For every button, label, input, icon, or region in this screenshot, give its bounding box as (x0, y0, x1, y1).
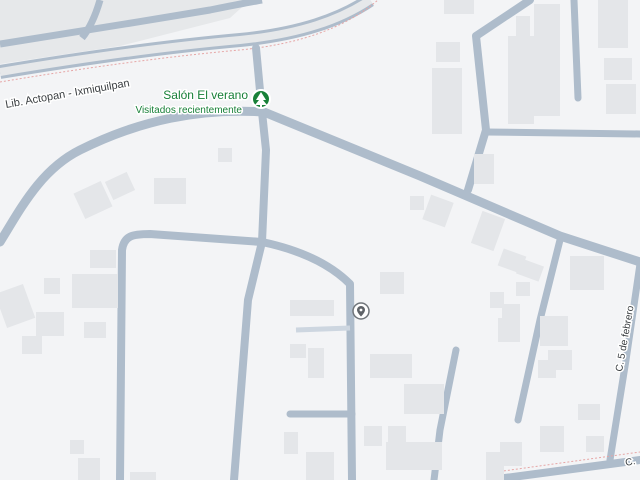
building (444, 0, 474, 14)
road-thin-connector[interactable] (295, 325, 351, 333)
street-5-de-febrero-label: C. 5 de febrero (614, 304, 636, 372)
building (538, 360, 556, 378)
building (606, 84, 636, 114)
building (470, 210, 506, 252)
building (218, 148, 232, 162)
building (290, 344, 306, 358)
poi-subtitle: Visitados recientemente (135, 105, 242, 116)
road-north-east-horizontal[interactable] (482, 128, 640, 138)
building (72, 274, 118, 308)
building (404, 384, 444, 414)
building (598, 0, 628, 48)
building (486, 452, 504, 480)
building (516, 282, 530, 296)
building (540, 316, 568, 346)
poi-name: Salón El verano (163, 88, 248, 102)
building (502, 304, 520, 318)
building (130, 472, 156, 480)
park-tree-icon (251, 89, 271, 109)
building (70, 440, 84, 454)
building (44, 278, 60, 294)
building (388, 426, 406, 442)
road-central-vertical[interactable] (258, 108, 270, 246)
building (22, 336, 42, 354)
building (0, 283, 36, 329)
building (410, 196, 424, 210)
building (290, 300, 334, 316)
building (508, 36, 534, 124)
building (104, 171, 136, 201)
road-vertical-far-east[interactable] (570, 0, 582, 102)
building (364, 426, 382, 446)
building (90, 250, 116, 268)
building (498, 318, 520, 342)
building (306, 452, 334, 480)
building (604, 58, 632, 80)
place-pin-icon[interactable] (352, 302, 370, 320)
building (534, 4, 560, 116)
building (586, 436, 604, 452)
road-west-curve[interactable] (0, 106, 269, 247)
building (474, 154, 494, 184)
building (84, 322, 106, 338)
building (570, 256, 604, 290)
building (540, 426, 564, 452)
building (154, 178, 186, 204)
building (422, 194, 454, 228)
road-inner-vertical[interactable] (230, 238, 266, 480)
building (36, 312, 64, 336)
building (284, 432, 298, 454)
building (370, 354, 412, 378)
map-layer[interactable]: Lib. Actopan - Ixmiquilpan C. 5 de febre… (0, 0, 640, 480)
building (432, 68, 462, 134)
building (78, 458, 100, 480)
building (73, 180, 113, 220)
building (308, 348, 324, 378)
building (515, 258, 545, 282)
map-canvas[interactable]: Lib. Actopan - Ixmiquilpan C. 5 de febre… (0, 0, 640, 480)
highway-label: Lib. Actopan - Ixmiquilpan (4, 77, 130, 111)
building (386, 442, 442, 470)
building (436, 42, 460, 62)
building (490, 292, 504, 308)
building (578, 404, 600, 420)
building (380, 272, 404, 294)
building (516, 16, 530, 38)
